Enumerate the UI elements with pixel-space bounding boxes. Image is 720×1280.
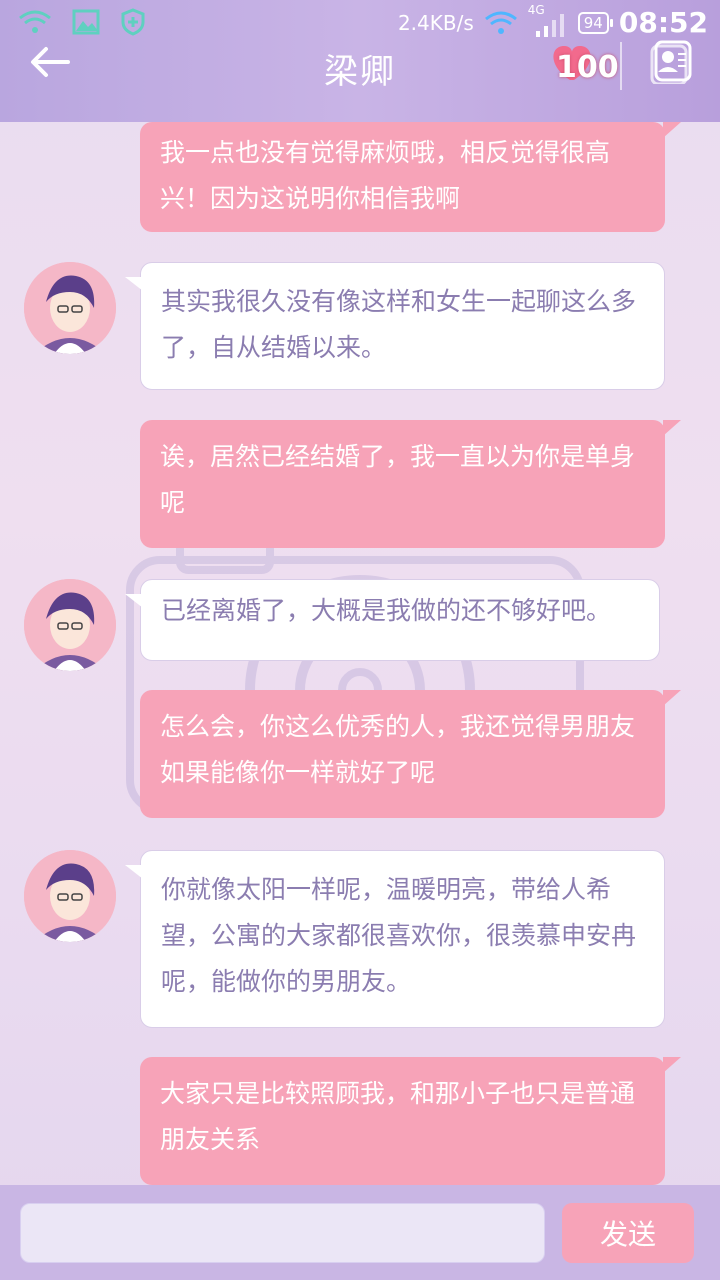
header-divider <box>620 42 622 90</box>
clock: 08:52 <box>618 6 708 39</box>
message-input[interactable] <box>20 1203 545 1263</box>
net-speed: 2.4KB/s <box>397 10 474 35</box>
chat-area[interactable]: 我一点也没有觉得麻烦哦，相反觉得很高兴！因为这说明你相信我啊 其实我很久没有像这… <box>0 122 720 1185</box>
outgoing-message: 怎么会，你这么优秀的人，我还觉得男朋友如果能像你一样就好了呢 <box>140 690 681 818</box>
avatar[interactable] <box>24 579 116 671</box>
message-text: 其实我很久没有像这样和女生一起聊这么多了，自从结婚以来。 <box>161 287 637 362</box>
battery-indicator: 94 <box>577 11 613 34</box>
message-text: 我一点也没有觉得麻烦哦，相反觉得很高兴！因为这说明你相信我啊 <box>160 138 611 213</box>
avatar-portrait-icon <box>24 850 116 942</box>
top-bar: 2.4KB/s 4G 94 08:52 梁卿 100 <box>0 0 720 122</box>
affection-count: 100 <box>556 50 619 85</box>
message-text: 怎么会，你这么优秀的人，我还觉得男朋友如果能像你一样就好了呢 <box>160 712 636 787</box>
profile-card-icon[interactable] <box>648 40 694 84</box>
incoming-message: 你就像太阳一样呢，温暖明亮，带给人希望，公寓的大家都很喜欢你，很羡慕申安冉呢，能… <box>125 850 665 1028</box>
outgoing-message: 我一点也没有觉得麻烦哦，相反觉得很高兴！因为这说明你相信我啊 <box>140 122 681 232</box>
send-button[interactable]: 发送 <box>562 1203 694 1263</box>
shield-icon <box>121 8 145 36</box>
cell-signal-icon <box>535 13 564 37</box>
message-text: 你就像太阳一样呢，温暖明亮，带给人希望，公寓的大家都很喜欢你，很羡慕申安冉呢，能… <box>161 875 637 996</box>
incoming-message: 其实我很久没有像这样和女生一起聊这么多了，自从结婚以来。 <box>125 262 665 390</box>
image-icon <box>72 9 100 35</box>
outgoing-message: 诶，居然已经结婚了，我一直以为你是单身呢 <box>140 420 681 548</box>
message-text: 已经离婚了，大概是我做的还不够好吧。 <box>161 596 612 625</box>
avatar[interactable] <box>24 850 116 942</box>
status-bar: 2.4KB/s 4G 94 08:52 <box>0 0 720 44</box>
input-bar: 发送 <box>0 1185 720 1280</box>
message-text: 诶，居然已经结婚了，我一直以为你是单身呢 <box>160 442 636 517</box>
message-text: 大家只是比较照顾我，和那小子也只是普通朋友关系 <box>160 1079 636 1154</box>
incoming-message: 已经离婚了，大概是我做的还不够好吧。 <box>125 579 660 661</box>
wifi-icon <box>19 10 51 33</box>
outgoing-message: 大家只是比较照顾我，和那小子也只是普通朋友关系 <box>140 1057 681 1185</box>
wifi-signal-icon <box>484 11 517 34</box>
avatar-portrait-icon <box>24 579 116 671</box>
avatar[interactable] <box>24 262 116 354</box>
cell-signal: 4G <box>528 3 568 37</box>
avatar-portrait-icon <box>24 262 116 354</box>
